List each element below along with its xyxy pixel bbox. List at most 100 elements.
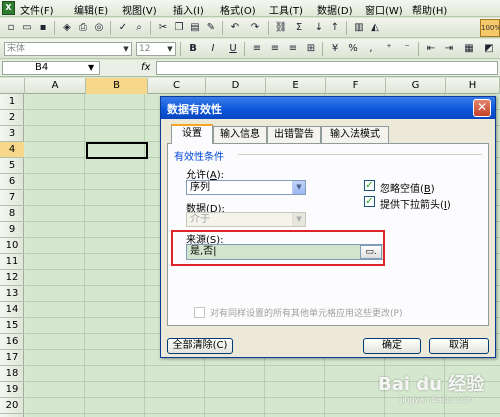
row-header[interactable]: 6 [0,174,24,190]
row-header[interactable]: 1 [0,94,24,110]
new-icon[interactable]: ▫ [4,21,18,34]
row-header[interactable]: 16 [0,334,24,350]
menu-file[interactable]: 文件(F) [20,2,54,17]
column-header[interactable]: B [86,78,148,94]
allow-select[interactable]: 序列 ▼ [186,180,306,195]
chevron-down-icon[interactable]: ▼ [292,181,305,194]
name-box[interactable]: B4 [2,61,100,75]
zoom-control[interactable]: 100% [480,19,500,37]
indent-icon[interactable]: ⇤ [424,42,438,55]
chart-wizard-icon[interactable]: ▥ [352,21,366,34]
column-header[interactable]: D [206,78,266,94]
column-header[interactable]: H [446,78,500,94]
column-header[interactable]: E [266,78,326,94]
format-painter-icon[interactable]: ✎ [204,21,218,34]
close-button[interactable]: ✕ [473,99,491,117]
decrease-decimal-icon[interactable]: ⁻ [400,42,414,55]
preview-icon[interactable]: ◎ [92,21,106,34]
save-icon[interactable]: ▪ [36,21,50,34]
tab-ime-mode[interactable]: 输入法模式 [321,126,389,143]
excel-app-icon[interactable]: X [2,1,15,15]
row-header[interactable]: 17 [0,350,24,366]
paste-icon[interactable]: ▤ [188,21,202,34]
research-icon[interactable]: ⌕ [132,21,146,34]
font-name-combo[interactable]: 宋体 ▼ [4,42,132,56]
undo-icon[interactable]: ↶ [228,21,242,34]
redo-icon[interactable]: ↷ [248,21,262,34]
tab-input-message[interactable]: 输入信息 [213,126,267,143]
chevron-down-icon[interactable]: ▼ [88,63,94,72]
merge-center-icon[interactable]: ⊞ [304,42,318,55]
sort-asc-icon[interactable]: ↓ [312,21,326,34]
row-header[interactable]: 2 [0,110,24,126]
sort-desc-icon[interactable]: ↑ [328,21,342,34]
outdent-icon[interactable]: ⇥ [442,42,456,55]
cancel-button[interactable]: 取消 [429,338,489,354]
formula-input[interactable] [156,61,498,75]
row-header[interactable]: 3 [0,126,24,142]
ok-button[interactable]: 确定 [363,338,421,354]
font-name-value: 宋体 [7,44,26,54]
tab-error-alert[interactable]: 出错警告 [267,126,321,143]
row-header[interactable]: 11 [0,254,24,270]
row-header[interactable]: 10 [0,238,24,254]
underline-icon[interactable]: U [226,42,240,55]
menu-tools[interactable]: 工具(T) [269,2,303,17]
comma-icon[interactable]: , [364,42,378,55]
row-header[interactable]: 14 [0,302,24,318]
tab-settings[interactable]: 设置 [171,124,213,144]
row-header[interactable]: 18 [0,366,24,382]
row-header[interactable]: 15 [0,318,24,334]
menu-data[interactable]: 数据(D) [317,2,353,17]
dialog-title-bar[interactable]: 数据有效性 ✕ [161,97,495,119]
column-header[interactable]: A [25,78,86,94]
percent-icon[interactable]: % [346,42,360,55]
increase-decimal-icon[interactable]: ⁺ [382,42,396,55]
open-icon[interactable]: ▭ [20,21,34,34]
row-header[interactable]: 19 [0,382,24,398]
chevron-down-icon[interactable]: ▼ [121,43,131,55]
insert-function-icon[interactable]: fx [141,62,150,73]
row-header[interactable]: 7 [0,190,24,206]
fill-color-icon[interactable]: ◩ [482,42,496,55]
menu-help[interactable]: 帮助(H) [412,2,447,17]
chevron-down-icon[interactable]: ▼ [165,43,175,55]
cut-icon[interactable]: ✂ [156,21,170,34]
ignore-blank-checkbox[interactable]: ✓ [364,180,375,191]
print-icon[interactable]: ⎙ [76,21,90,34]
align-right-icon[interactable]: ≡ [286,42,300,55]
menu-view[interactable]: 视图(V) [122,2,157,17]
hyperlink-icon[interactable]: ⛓ [274,21,288,34]
align-left-icon[interactable]: ≡ [250,42,264,55]
row-header[interactable]: 4 [0,142,24,158]
currency-icon[interactable]: ¥ [328,42,342,55]
row-header[interactable]: 5 [0,158,24,174]
align-center-icon[interactable]: ≡ [268,42,282,55]
menu-edit[interactable]: 编辑(E) [74,2,108,17]
clear-all-button[interactable]: 全部清除(C) [167,338,233,354]
bold-icon[interactable]: B [186,42,200,55]
row-header[interactable]: 8 [0,206,24,222]
drawing-icon[interactable]: ◭ [368,21,382,34]
spelling-icon[interactable]: ✓ [116,21,130,34]
autosum-icon[interactable]: Σ [292,21,306,34]
row-header[interactable]: 12 [0,270,24,286]
font-size-combo[interactable]: 12 ▼ [136,42,176,56]
column-header[interactable]: G [386,78,446,94]
select-all-corner[interactable] [0,78,25,94]
menu-window[interactable]: 窗口(W) [365,2,403,17]
column-header[interactable]: F [326,78,386,94]
row-header[interactable]: 13 [0,286,24,302]
row-header[interactable]: 20 [0,398,24,414]
menu-insert[interactable]: 插入(I) [173,2,204,17]
copy-icon[interactable]: ❐ [172,21,186,34]
border-icon[interactable]: ▦ [462,42,476,55]
menu-format[interactable]: 格式(O) [220,2,256,17]
dropdown-arrow-checkbox[interactable]: ✓ [364,196,375,207]
row-header[interactable]: 9 [0,222,24,238]
italic-icon[interactable]: I [206,42,220,55]
column-header[interactable]: C [148,78,206,94]
data-validation-dialog: 数据有效性 ✕ 设置 输入信息 出错警告 输入法模式 有效性条件 允许(A): … [160,96,496,358]
permission-icon[interactable]: ◈ [60,21,74,34]
active-cell-b4[interactable] [86,142,148,159]
